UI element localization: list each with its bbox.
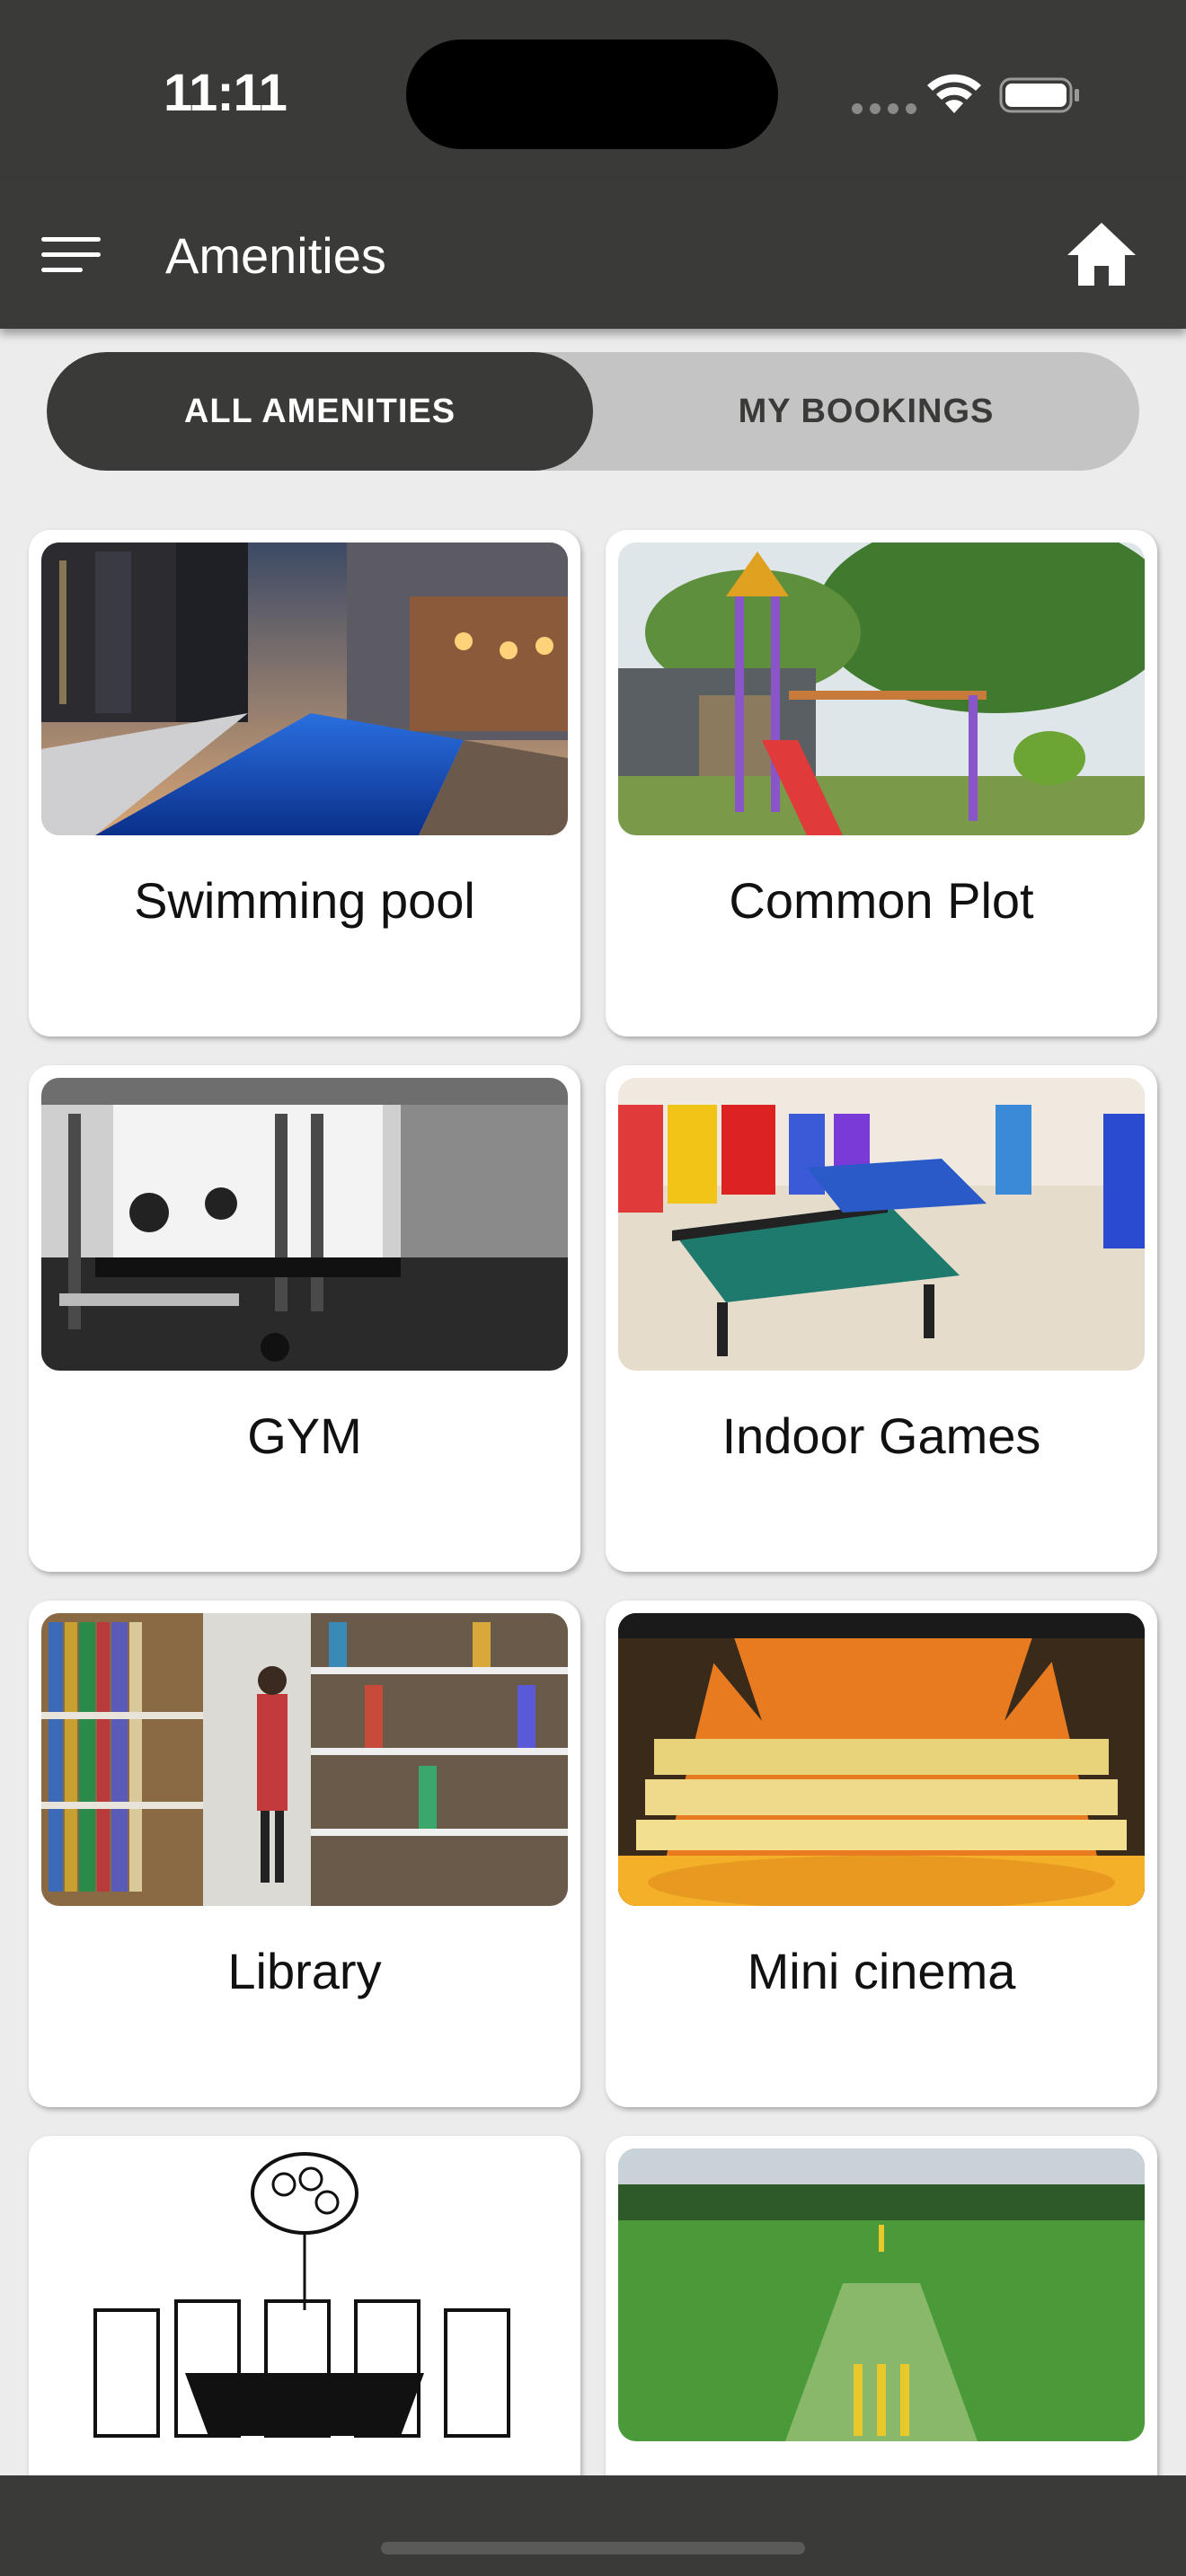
cellular-signal-icon bbox=[852, 103, 916, 114]
bottom-bar bbox=[0, 2475, 1186, 2576]
amenity-card-gym[interactable]: GYM bbox=[29, 1065, 580, 1572]
home-icon[interactable] bbox=[1066, 219, 1137, 287]
amenity-name: Mini cinema bbox=[747, 1943, 1016, 1999]
amenity-card-indoor-games[interactable]: Indoor Games bbox=[606, 1065, 1157, 1572]
swimming-pool-image bbox=[41, 543, 568, 835]
amenities-grid: Swimming pool Common Plot GYM Indoor Gam… bbox=[29, 530, 1157, 2576]
home-indicator[interactable] bbox=[381, 2542, 805, 2554]
banquet-sketch-image bbox=[41, 2148, 568, 2441]
amenity-card-common-plot[interactable]: Common Plot bbox=[606, 530, 1157, 1037]
status-time: 11:11 bbox=[164, 64, 288, 122]
indoor-games-image bbox=[618, 1078, 1145, 1371]
status-bar: 11:11 bbox=[0, 0, 1186, 180]
amenity-card-swimming-pool[interactable]: Swimming pool bbox=[29, 530, 580, 1037]
common-plot-image bbox=[618, 543, 1145, 835]
amenity-name: Common Plot bbox=[729, 872, 1034, 929]
wifi-icon bbox=[927, 74, 981, 113]
tab-switcher: ALL AMENITIES MY BOOKINGS bbox=[47, 352, 1139, 471]
battery-icon bbox=[999, 77, 1079, 113]
app-bar: Amenities bbox=[0, 180, 1186, 329]
cricket-ground-image bbox=[618, 2148, 1145, 2441]
amenity-name: Library bbox=[227, 1943, 382, 1999]
amenity-name: Swimming pool bbox=[134, 872, 475, 929]
amenity-name: Indoor Games bbox=[721, 1407, 1041, 1464]
dynamic-island bbox=[406, 40, 778, 149]
tab-all-amenities[interactable]: ALL AMENITIES bbox=[47, 352, 593, 471]
hamburger-menu-icon[interactable] bbox=[41, 237, 101, 273]
gym-image bbox=[41, 1078, 568, 1371]
amenity-card-library[interactable]: Library bbox=[29, 1601, 580, 2107]
page-title: Amenities bbox=[165, 227, 386, 284]
library-image bbox=[41, 1613, 568, 1906]
amenity-card-mini-cinema[interactable]: Mini cinema bbox=[606, 1601, 1157, 2107]
mini-cinema-image bbox=[618, 1613, 1145, 1906]
tab-my-bookings[interactable]: MY BOOKINGS bbox=[593, 352, 1139, 471]
amenity-name: GYM bbox=[247, 1407, 362, 1464]
